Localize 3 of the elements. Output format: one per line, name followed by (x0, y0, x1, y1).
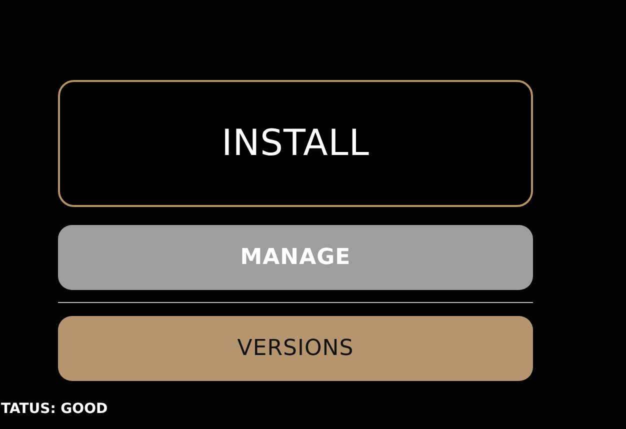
versions-button[interactable]: VERSIONS (58, 316, 533, 381)
status-text: TATUS: GOOD (0, 401, 109, 417)
install-button[interactable]: INSTALL (58, 80, 533, 207)
